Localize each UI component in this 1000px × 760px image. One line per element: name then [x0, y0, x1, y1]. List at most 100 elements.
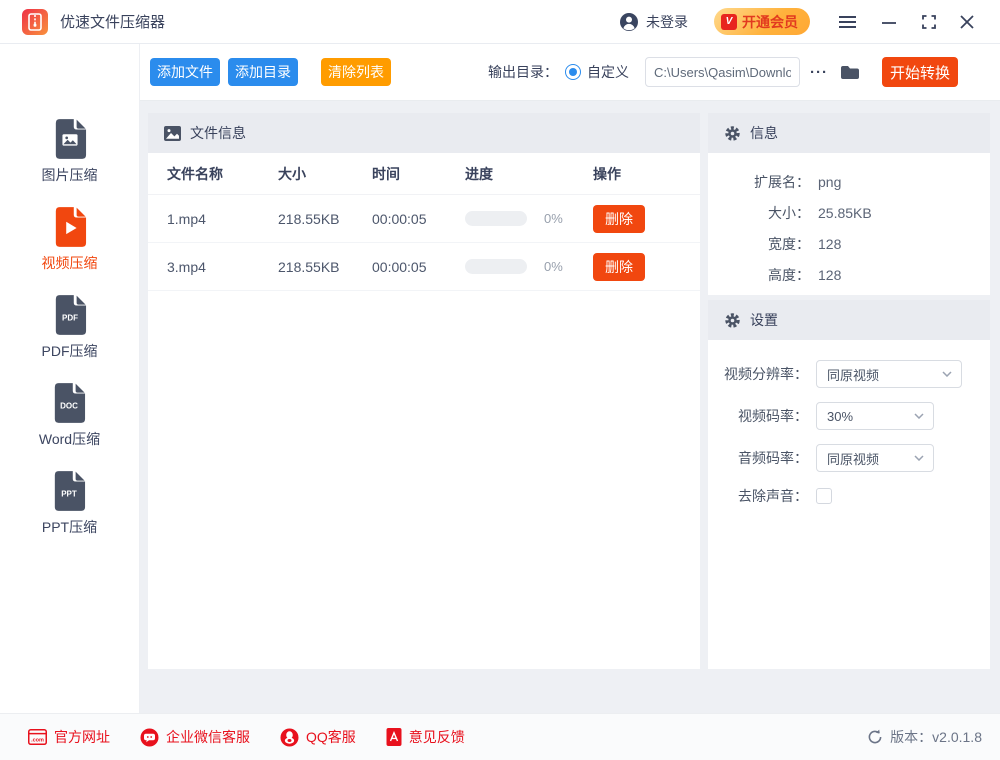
add-file-button[interactable]: 添加文件: [150, 58, 220, 86]
folder-icon: [840, 64, 860, 81]
menu-button[interactable]: [834, 9, 860, 35]
sidebar-item-label: PPT压缩: [42, 517, 97, 537]
progress-bar: [465, 259, 527, 274]
feedback-icon: [386, 728, 402, 746]
close-button[interactable]: [954, 9, 980, 35]
footer: .com 官方网址 企业微信客服 QQ客服: [0, 713, 1000, 760]
chevron-down-icon: [942, 371, 952, 377]
file-name: 3.mp4: [167, 259, 278, 275]
maximize-button[interactable]: [916, 9, 942, 35]
col-time: 时间: [372, 164, 465, 184]
col-size: 大小: [278, 164, 372, 184]
delete-button[interactable]: 删除: [593, 253, 645, 281]
col-action: 操作: [593, 164, 700, 184]
sidebar-item-word-compress[interactable]: DOC Word压缩: [39, 382, 100, 449]
vip-icon: V: [721, 14, 737, 30]
toolbar: 添加文件 添加目录 清除列表 输出目录： 自定义 ··· 开始转换: [140, 44, 1000, 101]
app-logo-icon: [22, 9, 48, 35]
custom-option-label: 自定义: [587, 62, 629, 82]
update-icon[interactable]: [867, 729, 883, 745]
video-resolution-select[interactable]: 同原视频: [816, 360, 962, 388]
col-progress: 进度: [465, 164, 593, 184]
info-title: 信息: [750, 123, 778, 143]
title-bar: 优速文件压缩器 未登录 V 开通会员: [0, 0, 1000, 44]
ppt-file-icon: PPT: [52, 470, 86, 512]
sidebar-item-image-compress[interactable]: 图片压缩: [42, 118, 98, 185]
info-body: 扩展名： png 大小： 25.85KB 宽度： 128 高度： 128: [708, 153, 990, 290]
official-website-link[interactable]: .com 官方网址: [28, 727, 110, 747]
audio-bitrate-select[interactable]: 同原视频: [816, 444, 934, 472]
version-label: 版本：v2.0.1.8: [890, 727, 982, 747]
sidebar-item-ppt-compress[interactable]: PPT PPT压缩: [42, 470, 97, 537]
picture-icon: [164, 126, 181, 141]
open-folder-button[interactable]: [840, 64, 860, 81]
progress-percent: 0%: [544, 211, 563, 226]
feedback-label: 意见反馈: [409, 727, 465, 747]
login-status[interactable]: 未登录: [619, 12, 688, 32]
add-directory-button[interactable]: 添加目录: [228, 58, 298, 86]
info-row-extension: 扩展名： png: [708, 166, 990, 197]
sidebar-item-label: 图片压缩: [42, 165, 98, 185]
app-window: 优速文件压缩器 未登录 V 开通会员: [0, 0, 1000, 760]
progress-percent: 0%: [544, 259, 563, 274]
sidebar-item-label: PDF压缩: [42, 341, 98, 361]
sidebar: 图片压缩 视频压缩 PDF PDF压缩 DOC Word: [0, 44, 140, 713]
clear-list-button[interactable]: 清除列表: [321, 58, 391, 86]
official-website-label: 官方网址: [54, 727, 110, 747]
browse-more-button[interactable]: ···: [808, 64, 830, 81]
video-file-icon: [53, 206, 87, 248]
settings-body: 视频分辨率： 同原视频 视频码率： 30%: [708, 340, 990, 506]
settings-header: 设置: [708, 300, 990, 340]
website-icon: .com: [28, 729, 47, 745]
info-row-height: 高度： 128: [708, 259, 990, 290]
col-filename: 文件名称: [167, 164, 278, 184]
qq-icon: [280, 728, 299, 747]
file-info-header: 文件信息: [148, 113, 700, 153]
version-info: 版本：v2.0.1.8: [867, 727, 982, 747]
svg-text:PDF: PDF: [61, 314, 77, 323]
user-icon: [619, 12, 639, 32]
table-row: 3.mp4 218.55KB 00:00:05 0% 删除: [148, 243, 700, 291]
close-icon: [960, 15, 974, 29]
svg-text:DOC: DOC: [61, 402, 79, 411]
wechat-icon: [140, 728, 159, 747]
file-size: 218.55KB: [278, 259, 372, 275]
sidebar-item-video-compress[interactable]: 视频压缩: [42, 206, 98, 273]
progress-cell: 0%: [465, 259, 593, 274]
vip-button-label: 开通会员: [742, 12, 798, 32]
chevron-down-icon: [914, 455, 924, 461]
maximize-icon: [921, 14, 937, 30]
delete-button[interactable]: 删除: [593, 205, 645, 233]
minimize-icon: [882, 15, 896, 29]
svg-text:.com: .com: [31, 738, 44, 744]
table-row: 1.mp4 218.55KB 00:00:05 0% 删除: [148, 195, 700, 243]
file-time: 00:00:05: [372, 259, 465, 275]
sidebar-item-pdf-compress[interactable]: PDF PDF压缩: [42, 294, 98, 361]
minimize-button[interactable]: [876, 9, 902, 35]
settings-panel: 设置 视频分辨率： 同原视频 视频码率： 30%: [708, 300, 990, 669]
custom-output-radio[interactable]: [565, 64, 581, 80]
info-row-width: 宽度： 128: [708, 228, 990, 259]
titlebar-controls: 未登录 V 开通会员: [619, 8, 980, 35]
qq-support-link[interactable]: QQ客服: [280, 727, 356, 747]
wechat-support-link[interactable]: 企业微信客服: [140, 727, 250, 747]
progress-cell: 0%: [465, 211, 593, 226]
settings-title: 设置: [750, 310, 778, 330]
setting-row-mute: 去除声音：: [708, 486, 990, 506]
table-header: 文件名称 大小 时间 进度 操作: [148, 153, 700, 195]
login-status-label: 未登录: [646, 12, 688, 32]
remove-audio-checkbox[interactable]: [816, 488, 832, 504]
output-dir-label: 输出目录：: [488, 62, 558, 82]
qq-support-label: QQ客服: [306, 727, 356, 747]
image-file-icon: [53, 118, 87, 160]
doc-file-icon: DOC: [52, 382, 86, 424]
setting-row-video-bitrate: 视频码率： 30%: [708, 402, 990, 430]
start-convert-button[interactable]: 开始转换: [882, 57, 958, 87]
file-size: 218.55KB: [278, 211, 372, 227]
open-vip-button[interactable]: V 开通会员: [714, 8, 810, 35]
feedback-link[interactable]: 意见反馈: [386, 727, 465, 747]
gear-icon: [724, 125, 741, 142]
video-bitrate-select[interactable]: 30%: [816, 402, 934, 430]
output-path-input[interactable]: [645, 57, 800, 87]
chevron-down-icon: [914, 413, 924, 419]
